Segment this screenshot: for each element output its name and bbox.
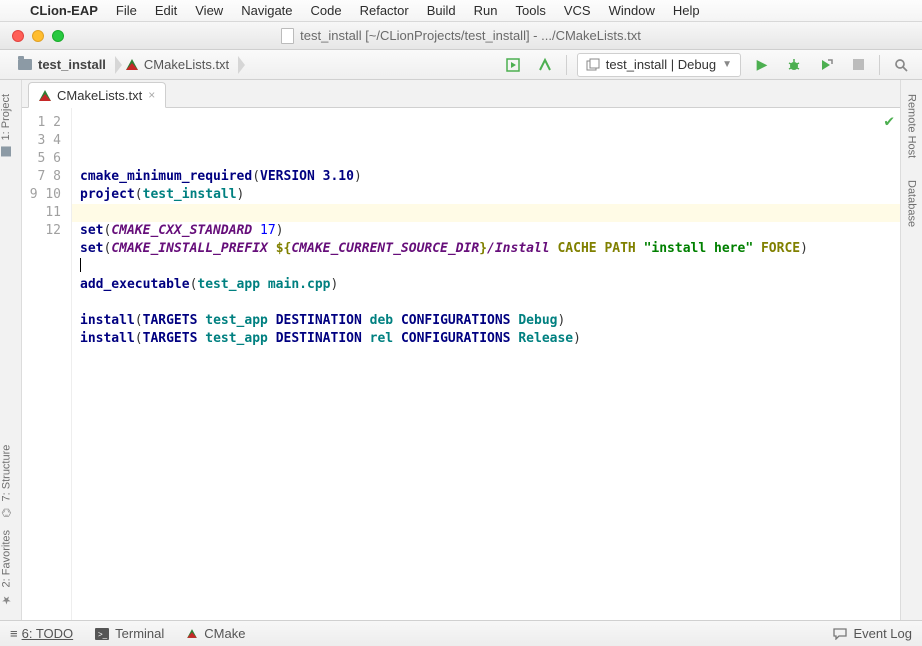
cmake-icon (126, 59, 138, 70)
tool-window-project-label: 1: Project (0, 94, 12, 140)
project-icon (1, 146, 11, 156)
breadcrumb-file[interactable]: CMakeLists.txt (116, 50, 239, 80)
app-menu[interactable]: CLion-EAP (30, 3, 98, 18)
menu-tools[interactable]: Tools (516, 3, 546, 18)
tool-window-favorites[interactable]: ★ 2: Favorites (0, 524, 13, 612)
status-event-log[interactable]: Event Log (833, 626, 912, 641)
run-configuration-select[interactable]: test_install | Debug ▼ (577, 53, 741, 77)
run-anything-button[interactable] (502, 54, 524, 76)
tool-window-structure-label: 7: Structure (1, 445, 13, 502)
tool-window-project[interactable]: 1: Project (0, 88, 12, 162)
debug-button[interactable] (783, 54, 805, 76)
menu-refactor[interactable]: Refactor (360, 3, 409, 18)
window-title: test_install [~/CLionProjects/test_insta… (0, 28, 922, 44)
status-cmake[interactable]: CMake (186, 626, 245, 641)
stop-button[interactable] (847, 54, 869, 76)
folder-icon (18, 59, 32, 70)
cmake-icon (39, 90, 51, 101)
menu-help[interactable]: Help (673, 3, 700, 18)
inspection-ok-icon: ✔ (884, 112, 894, 130)
menu-window[interactable]: Window (609, 3, 655, 18)
left-tool-window-bar: 1: Project ⌬ 7: Structure ★ 2: Favorites (0, 80, 22, 620)
run-config-icon (586, 58, 600, 72)
editor-tab-active[interactable]: CMakeLists.txt × (28, 82, 166, 108)
right-tool-window-bar: Remote Host Database (900, 80, 922, 620)
star-icon: ★ (0, 593, 13, 606)
tool-window-remote-host[interactable]: Remote Host (906, 88, 918, 164)
breadcrumb-project[interactable]: test_install (8, 50, 116, 80)
run-button[interactable]: ▶ (751, 54, 773, 76)
run-toolbar: test_install | Debug ▼ ▶ (502, 53, 922, 77)
menu-code[interactable]: Code (311, 3, 342, 18)
run-configuration-label: test_install | Debug (606, 57, 716, 72)
navigation-bar: test_install CMakeLists.txt test_install… (0, 50, 922, 80)
main-area: 1: Project ⌬ 7: Structure ★ 2: Favorites C… (0, 80, 922, 620)
tool-window-structure[interactable]: ⌬ 7: Structure (0, 439, 13, 523)
speech-bubble-icon (833, 628, 847, 640)
status-terminal-label: Terminal (115, 626, 164, 641)
search-everywhere-button[interactable] (890, 54, 912, 76)
run-with-coverage-button[interactable] (815, 54, 837, 76)
editor-tabs: CMakeLists.txt × (22, 80, 900, 108)
tool-window-favorites-label: 2: Favorites (1, 530, 13, 587)
status-todo[interactable]: ≡ 6: TODO (10, 626, 73, 641)
build-button[interactable] (534, 54, 556, 76)
dropdown-icon: ▼ (722, 59, 732, 70)
status-bar: ≡ 6: TODO >_ Terminal CMake Event Log (0, 620, 922, 646)
svg-text:>_: >_ (98, 630, 108, 639)
tool-window-database-label: Database (906, 180, 918, 227)
breadcrumb-file-label: CMakeLists.txt (144, 57, 229, 72)
status-todo-label: 6: TODO (22, 626, 74, 641)
breadcrumbs: test_install CMakeLists.txt (0, 50, 502, 80)
close-tab-icon[interactable]: × (148, 88, 155, 102)
cmake-icon (187, 629, 197, 638)
tool-window-remote-host-label: Remote Host (906, 94, 918, 158)
editor-area: CMakeLists.txt × 1 2 3 4 5 6 7 8 9 10 11… (22, 80, 900, 620)
breadcrumb-project-label: test_install (38, 57, 106, 72)
window-title-text: test_install [~/CLionProjects/test_insta… (300, 28, 641, 43)
terminal-icon: >_ (95, 628, 109, 640)
status-cmake-label: CMake (204, 626, 245, 641)
menu-build[interactable]: Build (427, 3, 456, 18)
menu-vcs[interactable]: VCS (564, 3, 591, 18)
menu-edit[interactable]: Edit (155, 3, 177, 18)
menu-run[interactable]: Run (474, 3, 498, 18)
document-icon (281, 28, 294, 44)
menu-view[interactable]: View (195, 3, 223, 18)
editor-tab-label: CMakeLists.txt (57, 88, 142, 103)
structure-icon: ⌬ (0, 508, 13, 518)
code-content[interactable]: ✔ cmake_minimum_required(VERSION 3.10) p… (72, 108, 900, 620)
gutter-line-numbers: 1 2 3 4 5 6 7 8 9 10 11 12 (22, 108, 72, 620)
menu-file[interactable]: File (116, 3, 137, 18)
tool-window-database[interactable]: Database (906, 174, 918, 233)
status-terminal[interactable]: >_ Terminal (95, 626, 164, 641)
macos-menubar: CLion-EAP File Edit View Navigate Code R… (0, 0, 922, 22)
list-icon: ≡ (10, 626, 16, 641)
window-titlebar: test_install [~/CLionProjects/test_insta… (0, 22, 922, 50)
menu-navigate[interactable]: Navigate (241, 3, 292, 18)
code-editor[interactable]: 1 2 3 4 5 6 7 8 9 10 11 12 ✔ cmake_minim… (22, 108, 900, 620)
status-event-log-label: Event Log (853, 626, 912, 641)
